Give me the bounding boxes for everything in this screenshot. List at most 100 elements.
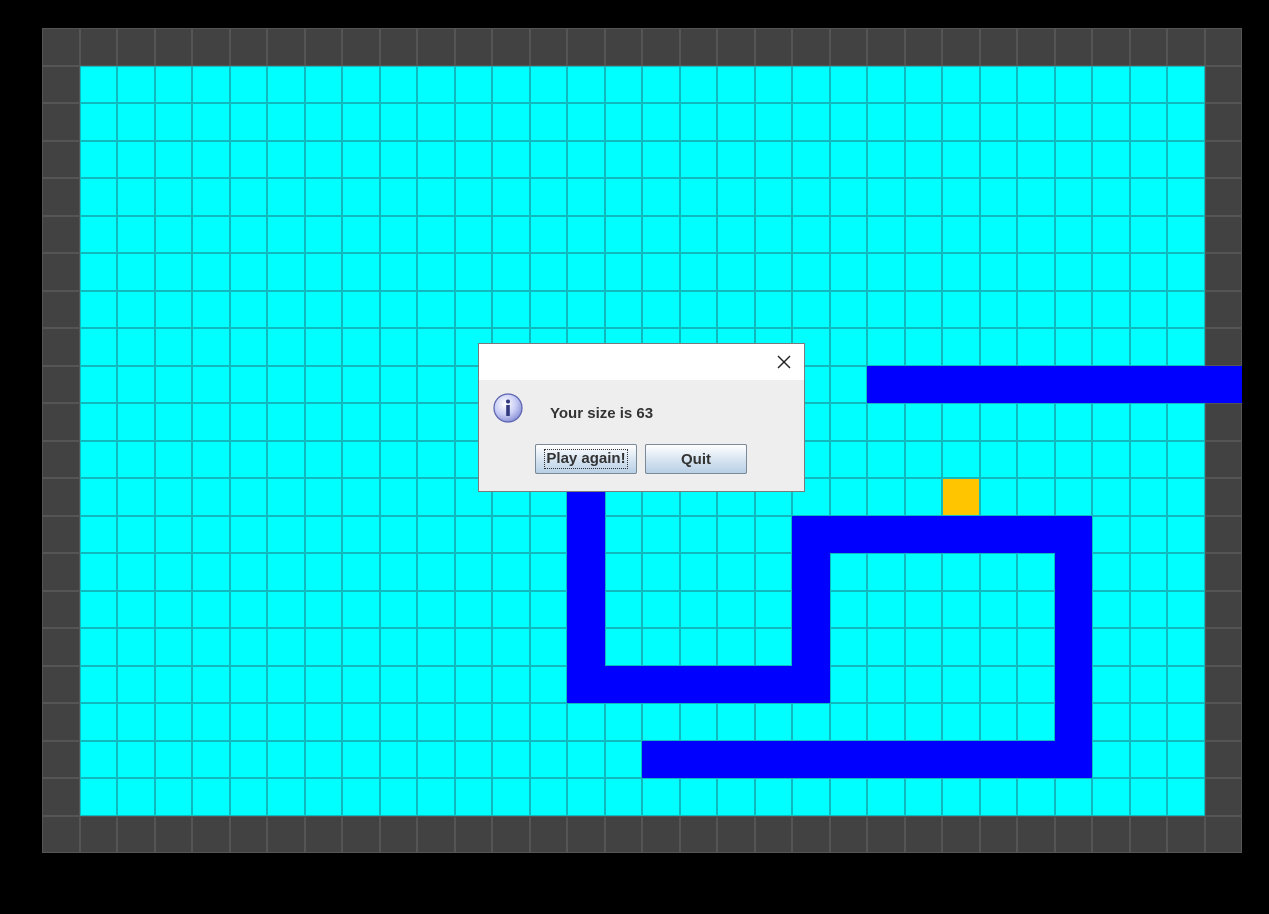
empty-cell (942, 103, 980, 141)
empty-cell (1092, 328, 1130, 366)
snake-segment (792, 553, 830, 591)
wall-cell (492, 815, 530, 853)
snake-segment (829, 740, 867, 778)
empty-cell (379, 665, 417, 703)
empty-cell (942, 328, 980, 366)
empty-cell (192, 253, 230, 291)
wall-cell (604, 28, 642, 66)
empty-cell (1092, 65, 1130, 103)
empty-cell (942, 290, 980, 328)
wall-cell (754, 815, 792, 853)
empty-cell (1017, 290, 1055, 328)
empty-cell (529, 65, 567, 103)
empty-cell (792, 253, 830, 291)
empty-cell (867, 65, 905, 103)
empty-cell (604, 290, 642, 328)
empty-cell (154, 65, 192, 103)
empty-cell (229, 403, 267, 441)
empty-cell (1129, 440, 1167, 478)
empty-cell (154, 215, 192, 253)
wall-cell (1204, 665, 1242, 703)
play-again-button[interactable]: Play again! (535, 444, 637, 474)
empty-cell (829, 628, 867, 666)
empty-cell (117, 665, 155, 703)
empty-cell (904, 478, 942, 516)
close-icon[interactable] (774, 352, 794, 372)
empty-cell (679, 65, 717, 103)
empty-cell (1167, 478, 1205, 516)
empty-cell (754, 553, 792, 591)
snake-segment (904, 365, 942, 403)
empty-cell (229, 253, 267, 291)
empty-cell (342, 778, 380, 816)
snake-segment (567, 628, 605, 666)
empty-cell (1017, 65, 1055, 103)
wall-cell (1204, 815, 1242, 853)
empty-cell (904, 703, 942, 741)
empty-cell (79, 703, 117, 741)
empty-cell (604, 590, 642, 628)
empty-cell (754, 65, 792, 103)
snake-segment (679, 740, 717, 778)
wall-cell (1204, 253, 1242, 291)
snake-segment (792, 628, 830, 666)
empty-cell (454, 740, 492, 778)
empty-cell (604, 253, 642, 291)
empty-cell (417, 440, 455, 478)
wall-cell (267, 28, 305, 66)
empty-cell (867, 553, 905, 591)
empty-cell (642, 103, 680, 141)
empty-cell (1017, 103, 1055, 141)
empty-cell (1167, 253, 1205, 291)
empty-cell (979, 253, 1017, 291)
empty-cell (717, 178, 755, 216)
wall-cell (417, 28, 455, 66)
empty-cell (79, 140, 117, 178)
empty-cell (642, 515, 680, 553)
empty-cell (867, 215, 905, 253)
empty-cell (1092, 628, 1130, 666)
empty-cell (867, 178, 905, 216)
empty-cell (1054, 778, 1092, 816)
empty-cell (1129, 290, 1167, 328)
empty-cell (1054, 328, 1092, 366)
empty-cell (1167, 703, 1205, 741)
empty-cell (229, 553, 267, 591)
empty-cell (1092, 740, 1130, 778)
empty-cell (904, 290, 942, 328)
empty-cell (867, 703, 905, 741)
wall-cell (1129, 28, 1167, 66)
empty-cell (829, 65, 867, 103)
empty-cell (942, 178, 980, 216)
wall-cell (42, 665, 80, 703)
empty-cell (267, 140, 305, 178)
empty-cell (1017, 628, 1055, 666)
empty-cell (1129, 740, 1167, 778)
empty-cell (379, 328, 417, 366)
empty-cell (829, 665, 867, 703)
empty-cell (1129, 140, 1167, 178)
empty-cell (604, 103, 642, 141)
empty-cell (417, 178, 455, 216)
wall-cell (717, 815, 755, 853)
wall-cell (42, 553, 80, 591)
wall-cell (42, 365, 80, 403)
snake-segment (792, 515, 830, 553)
empty-cell (492, 703, 530, 741)
empty-cell (867, 140, 905, 178)
empty-cell (1054, 478, 1092, 516)
quit-button[interactable]: Quit (645, 444, 747, 474)
snake-segment (867, 365, 905, 403)
empty-cell (229, 590, 267, 628)
empty-cell (567, 140, 605, 178)
empty-cell (379, 628, 417, 666)
wall-cell (304, 815, 342, 853)
empty-cell (192, 628, 230, 666)
empty-cell (717, 253, 755, 291)
empty-cell (304, 290, 342, 328)
empty-cell (642, 215, 680, 253)
empty-cell (604, 65, 642, 103)
snake-segment (1054, 740, 1092, 778)
empty-cell (567, 778, 605, 816)
empty-cell (1167, 103, 1205, 141)
